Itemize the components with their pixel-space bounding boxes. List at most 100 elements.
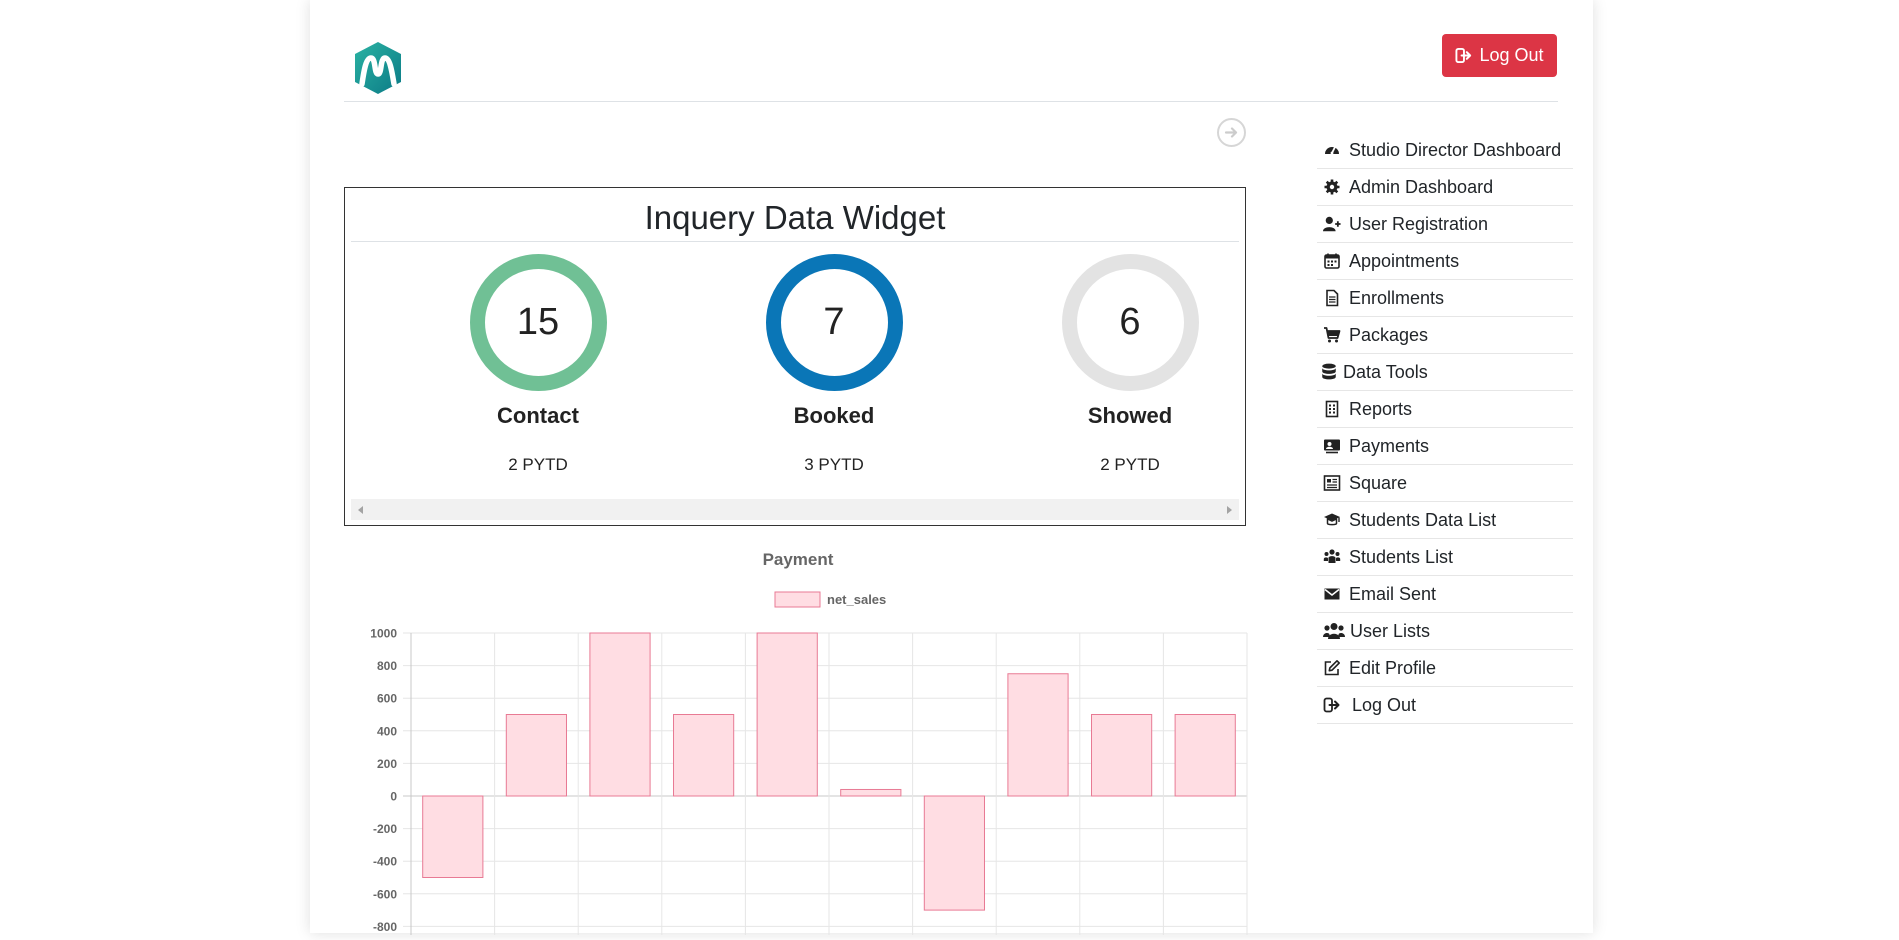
document-icon xyxy=(1322,289,1342,307)
chart-title: Payment xyxy=(763,550,834,569)
stat-pytd: 2 PYTD xyxy=(508,455,568,474)
chart-bar xyxy=(589,632,651,797)
sidebar-item-students-list[interactable]: Students List xyxy=(1317,539,1573,576)
sidebar-item-label: User Registration xyxy=(1349,213,1489,234)
logout-icon xyxy=(1455,47,1472,64)
inquery-data-widget: Inquery Data Widget 15 Contact 2 PYTD 7 … xyxy=(344,187,1246,526)
horizontal-scrollbar[interactable] xyxy=(351,499,1239,520)
stat-booked: 7 Booked 3 PYTD xyxy=(734,254,934,475)
stat-pytd: 3 PYTD xyxy=(804,455,864,474)
user-plus-icon xyxy=(1322,215,1342,233)
header-divider xyxy=(344,101,1558,102)
arrow-right-icon xyxy=(1224,127,1238,138)
chart-bar xyxy=(923,795,985,911)
cart-icon xyxy=(1322,326,1342,344)
y-tick-label: -600 xyxy=(373,887,397,901)
users-icon xyxy=(1322,622,1345,640)
stat-pytd: 2 PYTD xyxy=(1100,455,1160,474)
chart-bar xyxy=(1007,673,1069,797)
sidebar-item-label: Edit Profile xyxy=(1349,657,1437,678)
stat-label: Booked xyxy=(793,403,875,428)
payment-chart-svg: Payment net_sales 1000 800 600 400 200 0 -200 -40… xyxy=(370,550,1248,940)
sidebar-item-label: Students Data List xyxy=(1349,509,1497,530)
y-tick-label: 400 xyxy=(377,724,397,738)
y-tick-label: -400 xyxy=(373,855,397,869)
y-tick-label: 0 xyxy=(390,790,397,804)
logout-button-label: Log Out xyxy=(1479,45,1544,65)
sidebar-item-data-tools[interactable]: Data Tools xyxy=(1317,354,1573,391)
payment-icon xyxy=(1322,437,1342,455)
stat-contact: 15 Contact 2 PYTD xyxy=(438,254,638,475)
sidebar-item-enrollments[interactable]: Enrollments xyxy=(1317,280,1573,317)
sidebar-item-payments[interactable]: Payments xyxy=(1317,428,1573,465)
stat-ring: 15 xyxy=(469,254,607,391)
sidebar-item-email-sent[interactable]: Email Sent xyxy=(1317,576,1573,613)
sidebar-item-label: Admin Dashboard xyxy=(1349,176,1494,197)
arrow-right-circle-button[interactable] xyxy=(1217,118,1246,147)
y-tick-label: 1000 xyxy=(370,627,397,641)
stat-label: Showed xyxy=(1087,403,1173,428)
chart-bar xyxy=(1174,714,1236,797)
stat-value: 7 xyxy=(823,301,845,343)
calendar-icon xyxy=(1322,252,1342,270)
scroll-left-icon[interactable] xyxy=(358,506,363,514)
sidebar-item-label: Students List xyxy=(1349,546,1454,567)
sidebar-item-label: User Lists xyxy=(1350,620,1431,641)
dashboard-gauge-icon xyxy=(1322,141,1342,159)
sidebar-item-label: Reports xyxy=(1349,398,1413,419)
sidebar-item-square[interactable]: Square xyxy=(1317,465,1573,502)
stat-value: 6 xyxy=(1119,301,1141,343)
sidebar-item-admin-dashboard[interactable]: Admin Dashboard xyxy=(1317,169,1573,206)
envelope-icon xyxy=(1322,585,1342,603)
sidebar-item-packages[interactable]: Packages xyxy=(1317,317,1573,354)
stat-value: 15 xyxy=(516,301,560,343)
y-tick-label: 600 xyxy=(377,692,397,706)
sidebar-menu: Studio Director Dashboard Admin Dashboar… xyxy=(1317,132,1573,724)
stat-showed: 6 Showed 2 PYTD xyxy=(1030,254,1230,475)
y-tick-label: 800 xyxy=(377,659,397,673)
chart-bar xyxy=(422,795,484,878)
page-container: Log Out Inquery Data Widget 15 Contact 2… xyxy=(310,0,1593,940)
edit-icon xyxy=(1322,659,1342,677)
sidebar-item-label: Email Sent xyxy=(1349,583,1437,604)
graduation-cap-icon xyxy=(1322,511,1342,529)
scroll-right-icon[interactable] xyxy=(1227,506,1232,514)
sidebar-item-log-out[interactable]: Log Out xyxy=(1317,687,1573,724)
sidebar-item-user-registration[interactable]: User Registration xyxy=(1317,206,1573,243)
sidebar-item-students-data-list[interactable]: Students Data List xyxy=(1317,502,1573,539)
y-tick-label: -200 xyxy=(373,822,397,836)
sidebar-item-label: Enrollments xyxy=(1349,287,1445,308)
sidebar-item-label: Packages xyxy=(1349,324,1429,345)
sidebar-item-label: Data Tools xyxy=(1343,361,1428,382)
sidebar-item-label: Square xyxy=(1349,472,1408,493)
chart-bar xyxy=(1091,714,1153,797)
report-icon xyxy=(1322,400,1342,418)
y-tick-label: -800 xyxy=(373,920,397,934)
sidebar-item-edit-profile[interactable]: Edit Profile xyxy=(1317,650,1573,687)
database-icon xyxy=(1319,363,1339,381)
stat-ring: 7 xyxy=(765,254,903,391)
y-tick-label: 200 xyxy=(377,757,397,771)
chart-bar xyxy=(756,632,818,797)
stat-label: Contact xyxy=(497,403,579,428)
widget-title: Inquery Data Widget xyxy=(351,194,1239,242)
legend-label: net_sales xyxy=(827,592,886,607)
people-icon xyxy=(1322,548,1342,566)
sidebar-item-label: Appointments xyxy=(1349,250,1460,271)
legend-swatch xyxy=(774,591,821,608)
chart-bar xyxy=(840,788,902,797)
chart-bar xyxy=(505,714,567,797)
logout-button[interactable]: Log Out xyxy=(1442,34,1557,77)
sidebar-item-label: Studio Director Dashboard xyxy=(1349,139,1562,160)
payment-chart: Payment net_sales 1000 800 600 400 200 0 -200 -40… xyxy=(344,545,1249,940)
sidebar-item-label: Payments xyxy=(1349,435,1430,456)
sidebar-item-studio-director-dashboard[interactable]: Studio Director Dashboard xyxy=(1317,132,1573,169)
sidebar-item-label: Log Out xyxy=(1352,694,1417,715)
stat-ring: 6 xyxy=(1061,254,1199,391)
sidebar-item-appointments[interactable]: Appointments xyxy=(1317,243,1573,280)
chart-bar xyxy=(673,714,735,797)
logout-icon xyxy=(1322,696,1342,714)
sidebar-item-reports[interactable]: Reports xyxy=(1317,391,1573,428)
square-card-icon xyxy=(1322,474,1342,492)
sidebar-item-user-lists[interactable]: User Lists xyxy=(1317,613,1573,650)
